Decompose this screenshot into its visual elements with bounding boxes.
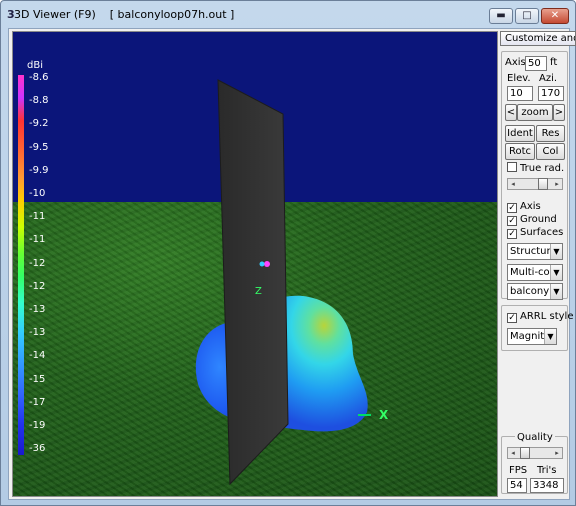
- axis-label: Axis: [505, 57, 526, 68]
- close-button[interactable]: ✕: [541, 8, 569, 24]
- axis-length-input[interactable]: 50: [525, 56, 547, 71]
- axis-check-icon: ✓: [507, 203, 517, 213]
- slider-right-icon: ▸: [555, 449, 559, 457]
- ground-check-icon: ✓: [507, 216, 517, 226]
- maximize-icon: □: [522, 10, 532, 21]
- colorscale-tick: -14: [29, 350, 46, 362]
- minimize-icon: ▬: [496, 10, 506, 21]
- elev-label: Elev.: [507, 73, 531, 84]
- colorscale-bar: [18, 75, 24, 455]
- colorscale-tick: -36: [29, 443, 46, 455]
- rotc-button[interactable]: Rotc: [505, 143, 535, 160]
- colorscale-tick: -8.6: [29, 72, 49, 83]
- zoom-in-button[interactable]: >: [553, 104, 565, 121]
- slider-right-icon: ▸: [555, 180, 559, 188]
- client-area: Z X dBi -8.6 -8.8 -9.2 -9.5 -9.9 -10 -11 -11 -12…: [8, 28, 573, 500]
- magnitude-select[interactable]: Magnitu ▼: [507, 328, 557, 345]
- z-axis-label: Z: [255, 286, 262, 297]
- surfaces-checkbox[interactable]: ✓ Surfaces: [507, 227, 563, 239]
- colorscale-tick: -10: [29, 188, 46, 199]
- colorscale-tick: -17: [29, 396, 46, 408]
- axis-unit-label: ft: [550, 57, 558, 68]
- source-marker: [259, 261, 265, 267]
- title-bar[interactable]: 3 3D Viewer (F9) [ balconyloop07h.out ] …: [1, 1, 575, 27]
- colorscale-tick: -12: [29, 257, 46, 269]
- colorscale-tick: -8.8: [29, 95, 49, 107]
- rad-slider-thumb[interactable]: [538, 178, 548, 190]
- ground-check-label: Ground: [520, 214, 557, 225]
- quality-label: Quality: [515, 432, 555, 443]
- customize-tooltip: Customize and c: [500, 31, 576, 46]
- tris-label: Tri's: [537, 465, 557, 476]
- fps-label: FPS: [509, 465, 528, 476]
- arrl-style-checkbox[interactable]: ✓ ARRL style: [507, 311, 573, 323]
- res-button[interactable]: Res: [536, 125, 565, 142]
- chevron-down-icon: ▼: [550, 244, 562, 259]
- true-rad-label: True rad.: [520, 163, 565, 174]
- minimize-button[interactable]: ▬: [489, 8, 513, 24]
- color-mode-select[interactable]: Multi-colo ▼: [507, 264, 563, 281]
- 3d-viewport[interactable]: Z X dBi -8.6 -8.8 -9.2 -9.5 -9.9 -10 -11 -11 -12…: [12, 31, 498, 497]
- origin-marker: [264, 261, 270, 267]
- structure-select[interactable]: Structure ▼: [507, 243, 563, 260]
- true-rad-checkbox[interactable]: True rad.: [507, 162, 564, 174]
- fps-value: 54: [507, 478, 527, 493]
- ground-checkbox[interactable]: ✓ Ground: [507, 214, 557, 226]
- file-select[interactable]: balconylo ▼: [507, 283, 563, 300]
- close-icon: ✕: [550, 10, 560, 21]
- surfaces-check-icon: ✓: [507, 229, 517, 239]
- colorscale-tick: -15: [29, 373, 46, 385]
- chevron-down-icon: ▼: [550, 265, 562, 280]
- col-button[interactable]: Col: [536, 143, 565, 160]
- azimuth-input[interactable]: 170: [538, 86, 564, 101]
- pattern-scene: Z X: [195, 79, 389, 486]
- maximize-button[interactable]: □: [515, 8, 539, 24]
- colorscale-tick: -9.9: [29, 164, 49, 176]
- quality-slider[interactable]: ◂ ▸: [507, 447, 563, 459]
- colorscale-tick: -11: [29, 234, 46, 246]
- antenna-plate: [217, 79, 289, 486]
- slider-left-icon: ◂: [511, 180, 515, 188]
- rad-slider[interactable]: ◂ ▸: [507, 178, 563, 190]
- colorscale-tick: -9.5: [29, 141, 49, 153]
- arrl-check-icon: ✓: [507, 313, 517, 323]
- slider-left-icon: ◂: [511, 449, 515, 457]
- elevation-input[interactable]: 10: [507, 86, 533, 101]
- colorscale-tick: -12: [29, 280, 46, 292]
- quality-slider-thumb[interactable]: [520, 447, 530, 459]
- chevron-down-icon: ▼: [550, 284, 562, 299]
- zoom-button[interactable]: zoom: [517, 104, 553, 121]
- control-panel: Axis 50 ft Elev. Azi. 10 170 < zoom > Id…: [501, 31, 573, 497]
- ident-button[interactable]: Ident: [505, 125, 535, 142]
- azi-label: Azi.: [539, 73, 558, 84]
- colorscale-tick: -13: [29, 327, 46, 339]
- arrl-style-label: ARRL style: [520, 311, 574, 322]
- true-rad-box: [507, 162, 517, 172]
- x-axis-label: X: [379, 408, 389, 422]
- colorscale-tick: -11: [29, 211, 46, 223]
- viewer-window: 3 3D Viewer (F9) [ balconyloop07h.out ] …: [0, 0, 576, 506]
- axis-check-label: Axis: [520, 201, 541, 212]
- colorscale-tick: -13: [29, 304, 46, 315]
- window-title: 3D Viewer (F9) [ balconyloop07h.out ]: [14, 8, 235, 21]
- zoom-out-button[interactable]: <: [505, 104, 517, 121]
- colorscale-tick: -9.2: [29, 118, 49, 130]
- chevron-down-icon: ▼: [544, 329, 556, 344]
- colorscale-tick: -19: [29, 420, 46, 431]
- tris-value: 3348: [530, 478, 564, 493]
- surfaces-check-label: Surfaces: [520, 227, 564, 238]
- axis-checkbox[interactable]: ✓ Axis: [507, 201, 541, 213]
- colorscale-unit: dBi: [27, 60, 43, 71]
